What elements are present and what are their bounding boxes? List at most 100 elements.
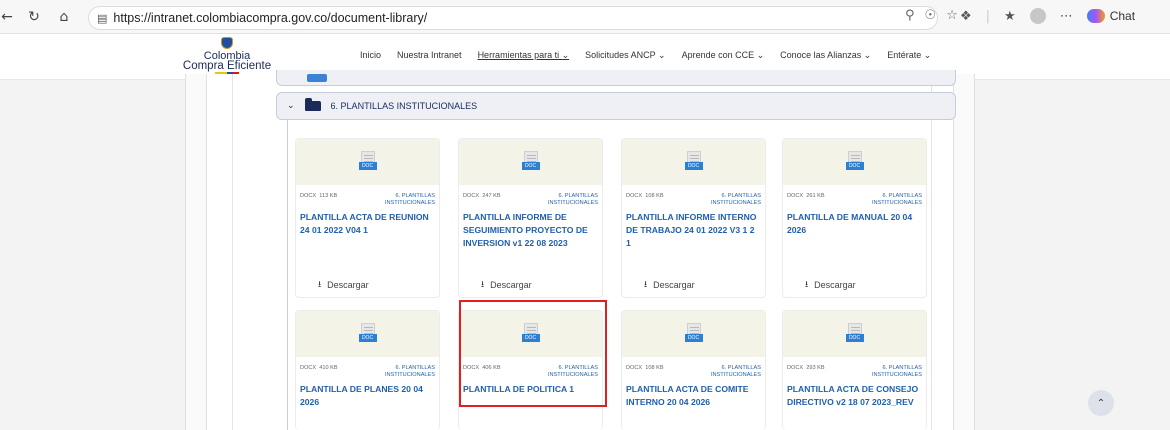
download-button[interactable]: ⭳ Descargar: [318, 277, 369, 293]
refresh-icon[interactable]: ↻: [22, 5, 46, 29]
copilot-button[interactable]: Chat: [1086, 9, 1136, 23]
document-title[interactable]: PLANTILLA DE PLANES 20 04 2026: [296, 379, 439, 409]
doc-file-icon: DOC: [845, 151, 864, 173]
divider: |: [985, 8, 991, 24]
url-text: https://intranet.colombiacompra.gov.co/d…: [113, 11, 428, 25]
document-thumbnail: DOC: [296, 139, 439, 185]
file-type: DOCX: [300, 193, 317, 199]
doc-file-icon: DOC: [358, 323, 377, 345]
section-header[interactable]: ⌄ 6. PLANTILLAS INSTITUCIONALES: [276, 92, 956, 120]
scroll-to-top-button[interactable]: ⌃: [1088, 390, 1114, 416]
download-label: Descargar: [490, 280, 532, 290]
menu-item-alianzas[interactable]: Conoce las Alianzas ⌄: [780, 50, 871, 61]
menu-item-solicitudes[interactable]: Solicitudes ANCP ⌄: [585, 50, 665, 61]
document-card[interactable]: DOC DOCX 410 KB 6. PLANTILLAS INSTITUCION…: [295, 310, 440, 430]
file-type: DOCX: [300, 365, 317, 371]
download-icon: ⭳: [481, 280, 485, 290]
document-meta: DOCX 247 KB 6. PLANTILLAS INSTITUCIONALES: [459, 185, 602, 207]
document-card[interactable]: DOC DOCX 293 KB 6. PLANTILLAS INSTITUCION…: [782, 310, 927, 430]
document-thumbnail: DOC: [622, 311, 765, 357]
file-size: 247 KB: [482, 193, 501, 199]
menu-item-nuestra-intranet[interactable]: Nuestra Intranet: [397, 50, 462, 61]
menu-item-aprende[interactable]: Aprende con CCE ⌄: [682, 50, 765, 61]
document-category[interactable]: 6. PLANTILLAS INSTITUCIONALES: [520, 193, 598, 207]
file-size: 293 KB: [806, 365, 825, 371]
file-size: 410 KB: [319, 365, 338, 371]
menu-item-herramientas[interactable]: Herramientas para ti ⌄: [478, 50, 570, 61]
copilot-icon: [1086, 9, 1105, 23]
copilot-label: Chat: [1109, 9, 1136, 23]
doc-file-icon: DOC: [358, 151, 377, 173]
download-label: Descargar: [814, 280, 856, 290]
download-icon: ⭳: [644, 280, 648, 290]
document-meta: DOCX 108 KB 6. PLANTILLAS INSTITUCIONALES: [622, 357, 765, 379]
document-thumbnail: DOC: [296, 311, 439, 357]
document-title[interactable]: PLANTILLA ACTA DE REUNION 24 01 2022 V04…: [296, 207, 439, 237]
document-category[interactable]: 6. PLANTILLAS INSTITUCIONALES: [357, 193, 435, 207]
document-thumbnail: DOC: [783, 311, 926, 357]
file-size: 261 KB: [806, 193, 825, 199]
doc-file-icon: DOC: [684, 151, 703, 173]
document-card[interactable]: DOC DOCX 113 KB 6. PLANTILLAS INSTITUCION…: [295, 138, 440, 298]
document-category[interactable]: 6. PLANTILLAS INSTITUCIONALES: [844, 193, 922, 207]
chevron-up-icon: ⌃: [1096, 397, 1106, 409]
document-card[interactable]: DOC DOCX 261 KB 6. PLANTILLAS INSTITUCION…: [782, 138, 927, 298]
more-menu-icon[interactable]: ⋯: [1060, 9, 1073, 24]
download-icon: ⭳: [318, 280, 322, 290]
download-button[interactable]: ⭳ Descargar: [805, 277, 856, 293]
file-type: DOCX: [787, 193, 804, 199]
favorite-star-icon[interactable]: ☆: [946, 8, 958, 23]
doc-file-icon: DOC: [521, 151, 540, 173]
file-type: DOCX: [787, 365, 804, 371]
document-meta: DOCX 410 KB 6. PLANTILLAS INSTITUCIONALES: [296, 357, 439, 379]
document-card[interactable]: DOC DOCX 247 KB 6. PLANTILLAS INSTITUCION…: [458, 138, 603, 298]
document-title[interactable]: PLANTILLA INFORME INTERNO DE TRABAJO 24 …: [622, 207, 765, 250]
file-size: 108 KB: [645, 365, 664, 371]
file-size: 108 KB: [645, 193, 664, 199]
document-category[interactable]: 6. PLANTILLAS INSTITUCIONALES: [357, 365, 435, 379]
reader-icon[interactable]: ☉: [925, 8, 937, 23]
site-logo[interactable]: Colombia Compra Eficiente: [172, 37, 282, 74]
document-meta: DOCX 261 KB 6. PLANTILLAS INSTITUCIONALES: [783, 185, 926, 207]
file-type: DOCX: [626, 193, 643, 199]
document-category[interactable]: 6. PLANTILLAS INSTITUCIONALES: [683, 193, 761, 207]
profile-avatar[interactable]: [1029, 8, 1046, 24]
home-icon[interactable]: ⌂: [52, 5, 76, 29]
document-title[interactable]: PLANTILLA INFORME DE SEGUIMIENTO PROYECT…: [459, 207, 602, 250]
page-right-edge: [1160, 80, 1170, 430]
doc-file-icon: DOC: [684, 323, 703, 345]
file-type: DOCX: [463, 193, 480, 199]
menu-item-inicio[interactable]: Inicio: [360, 50, 381, 61]
document-card[interactable]: DOC DOCX 108 KB 6. PLANTILLAS INSTITUCION…: [621, 310, 766, 430]
download-button[interactable]: ⭳ Descargar: [644, 277, 695, 293]
document-thumbnail: DOC: [459, 139, 602, 185]
section-guide-line: [287, 120, 288, 430]
browser-toolbar: ← ↻ ⌂ ▤ https://intranet.colombiacompra.…: [0, 0, 1170, 34]
main-menu: Inicio Nuestra Intranet Herramientas par…: [360, 50, 947, 61]
document-category[interactable]: 6. PLANTILLAS INSTITUCIONALES: [683, 365, 761, 379]
back-button[interactable]: ←: [0, 5, 14, 29]
menu-item-enterate[interactable]: Entérate ⌄: [887, 50, 931, 61]
download-button[interactable]: ⭳ Descargar: [481, 277, 532, 293]
lock-icon: ▤: [97, 11, 108, 25]
search-icon[interactable]: ⚲: [905, 8, 915, 23]
document-title[interactable]: PLANTILLA DE MANUAL 20 04 2026: [783, 207, 926, 237]
address-bar-actions: ⚲ ☉ ☆: [905, 8, 958, 23]
document-thumbnail: DOC: [783, 139, 926, 185]
highlight-box: [459, 300, 607, 407]
extensions-icon[interactable]: ❖: [960, 9, 972, 24]
download-label: Descargar: [327, 280, 369, 290]
document-title[interactable]: PLANTILLA ACTA DE COMITE INTERNO 20 04 2…: [622, 379, 765, 409]
brand-line2: Compra Eficiente: [182, 60, 272, 72]
previous-section-row[interactable]: [276, 70, 956, 86]
address-bar[interactable]: ▤ https://intranet.colombiacompra.gov.co…: [88, 6, 938, 30]
download-icon: ⭳: [805, 280, 809, 290]
document-title[interactable]: PLANTILLA ACTA DE CONSEJO DIRECTIVO v2 1…: [783, 379, 926, 409]
document-meta: DOCX 293 KB 6. PLANTILLAS INSTITUCIONALES: [783, 357, 926, 379]
favorites-icon[interactable]: ★: [1004, 9, 1016, 24]
file-size: 113 KB: [319, 193, 338, 199]
document-thumbnail: DOC: [622, 139, 765, 185]
document-category[interactable]: 6. PLANTILLAS INSTITUCIONALES: [844, 365, 922, 379]
file-type: DOCX: [626, 365, 643, 371]
document-card[interactable]: DOC DOCX 108 KB 6. PLANTILLAS INSTITUCION…: [621, 138, 766, 298]
